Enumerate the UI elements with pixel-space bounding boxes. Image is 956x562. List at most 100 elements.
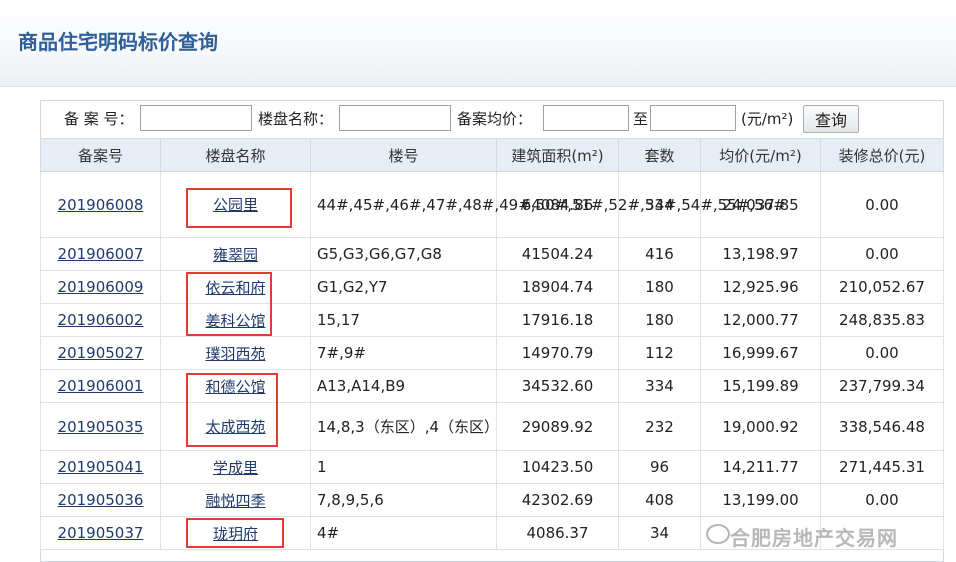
renovation-total-cell: 0.00 [820,237,944,271]
project-name-link[interactable]: 姜科公馆 [205,312,265,330]
project-name-link[interactable]: 依云和府 [205,279,265,297]
building-numbers-cell: 44#,45#,46#,47#,48#,49#,50#,51#,52#,53#,… [310,171,786,238]
column-header: 套数 [618,138,701,172]
area-cell: 4086.37 [496,516,619,550]
price-unit-label: (元/m²) [741,110,794,128]
record-number-label: 备 案 号： [64,110,134,128]
renovation-total-cell: 0.00 [820,336,944,370]
project-name-cell: 雍翠园 [160,237,311,271]
project-name-link[interactable]: 珑玥府 [213,525,258,543]
building-numbers-cell: G5,G3,G6,G7,G8 [310,237,497,271]
units-cell: 180 [618,303,701,337]
project-name-link[interactable]: 太成西苑 [205,418,265,436]
table-row: 201906002 姜科公馆 15,17 17916.18 180 12,000… [40,303,944,337]
table-row: 201905027 璞羽西苑 7#,9# 14970.79 112 16,999… [40,336,944,370]
units-cell: 334 [618,369,701,403]
column-header: 楼号 [310,138,497,172]
project-name-input[interactable] [339,105,451,131]
project-name-cell: 姜科公馆 [160,303,311,337]
record-number-link[interactable]: 201905035 [58,418,144,436]
table-header-row: 备案号 楼盘名称 楼号 建筑面积(m²) 套数 均价(元/m²) 装修总价(元) [40,138,944,172]
column-header: 楼盘名称 [160,138,311,172]
project-name-link[interactable]: 公园里 [213,196,258,214]
table-row: 201905036 融悦四季 7,8,9,5,6 42302.69 408 13… [40,483,944,517]
area-cell: 10423.50 [496,450,619,484]
project-name-label: 楼盘名称： [258,110,334,128]
building-numbers-cell: 7#,9# [310,336,497,370]
area-cell: 29089.92 [496,402,619,451]
record-number-link[interactable]: 201906007 [58,245,144,263]
record-number-cell: 201905035 [40,402,161,451]
table-row: 201906001 和德公馆 A13,A14,B9 34532.60 334 1… [40,369,944,403]
project-name-cell: 和德公馆 [160,369,311,403]
avg-price-cell: 12,925.96 [700,270,821,304]
record-number-cell: 201906002 [40,303,161,337]
record-number-link[interactable]: 201906009 [58,278,144,296]
record-number-link[interactable]: 201905041 [58,458,144,476]
record-number-link[interactable]: 201905027 [58,344,144,362]
watermark-logo-icon [706,524,730,544]
units-cell: 112 [618,336,701,370]
record-number-link[interactable]: 201905037 [58,524,144,542]
renovation-total-cell: 210,052.67 [820,270,944,304]
record-number-cell: 201905037 [40,516,161,550]
project-name-cell: 璞羽西苑 [160,336,311,370]
area-cell: 34532.60 [496,369,619,403]
record-number-cell: 201905041 [40,450,161,484]
units-cell: 96 [618,450,701,484]
project-name-link[interactable]: 和德公馆 [205,378,265,396]
avg-price-cell: 15,199.89 [700,369,821,403]
record-number-input[interactable] [140,105,252,131]
units-cell: 408 [618,483,701,517]
project-name-cell: 太成西苑 [160,402,311,451]
column-header: 备案号 [40,138,161,172]
building-numbers-cell: 15,17 [310,303,497,337]
units-cell: 416 [618,237,701,271]
search-button[interactable]: 查询 [803,105,859,133]
units-cell: 180 [618,270,701,304]
table-row: 201906007 雍翠园 G5,G3,G6,G7,G8 41504.24 41… [40,237,944,271]
renovation-total-cell: 0.00 [820,483,944,517]
record-number-cell: 201906009 [40,270,161,304]
renovation-total-cell: 271,445.31 [820,450,944,484]
project-name-link[interactable]: 雍翠园 [213,246,258,264]
building-numbers-cell: 7,8,9,5,6 [310,483,497,517]
area-cell: 14970.79 [496,336,619,370]
price-from-input[interactable] [543,105,629,131]
project-name-link[interactable]: 融悦四季 [205,492,265,510]
renovation-total-cell: 248,835.83 [820,303,944,337]
page-header: 商品住宅明码标价查询 [0,0,956,87]
table-row: 201905041 学成里 1 10423.50 96 14,211.77 27… [40,450,944,484]
area-cell: 42302.69 [496,483,619,517]
record-number-link[interactable]: 201906001 [58,377,144,395]
page-title: 商品住宅明码标价查询 [18,30,218,54]
table-row: 201906008 公园里 44#,45#,46#,47#,48#,49#,50… [40,171,944,238]
record-number-link[interactable]: 201906008 [58,196,144,214]
avg-price-cell: 16,999.67 [700,336,821,370]
avg-price-cell: 13,199.00 [700,483,821,517]
record-number-link[interactable]: 201906002 [58,311,144,329]
avg-price-cell: 12,000.77 [700,303,821,337]
project-name-cell: 珑玥府 [160,516,311,550]
project-name-link[interactable]: 学成里 [213,459,258,477]
building-numbers-cell: 14,8,3（东区）,4（东区） [310,402,499,451]
record-number-link[interactable]: 201905036 [58,491,144,509]
record-number-cell: 201906007 [40,237,161,271]
building-numbers-cell: G1,G2,Y7 [310,270,497,304]
project-name-link[interactable]: 璞羽西苑 [205,345,265,363]
price-to-input[interactable] [650,105,736,131]
units-cell: 232 [618,402,701,451]
avg-price-label: 备案均价： [457,110,533,128]
column-header: 装修总价(元) [820,138,944,172]
building-numbers-cell: A13,A14,B9 [310,369,497,403]
building-numbers-cell: 1 [310,450,497,484]
project-name-cell: 融悦四季 [160,483,311,517]
area-cell: 17916.18 [496,303,619,337]
renovation-total-cell: 237,799.34 [820,369,944,403]
avg-price-cell: 13,198.97 [700,237,821,271]
column-header: 建筑面积(m²) [496,138,619,172]
price-to-label: 至 [633,110,649,128]
record-number-cell: 201905036 [40,483,161,517]
project-name-cell: 学成里 [160,450,311,484]
record-number-cell: 201906001 [40,369,161,403]
